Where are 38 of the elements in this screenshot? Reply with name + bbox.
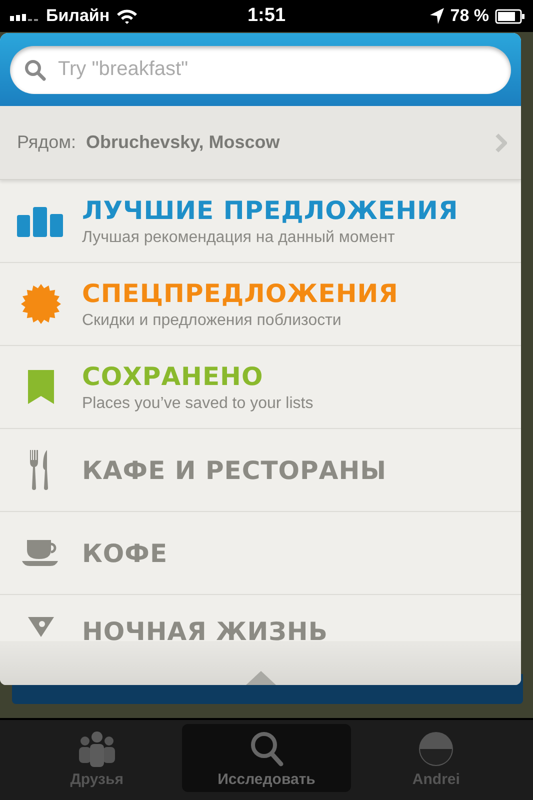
chevron-right-icon <box>495 132 507 152</box>
location-label: Рядом: <box>17 132 76 153</box>
caret-up-icon <box>246 671 276 685</box>
wifi-icon <box>116 8 138 24</box>
category-title: СОХРАНЕНО <box>82 362 264 390</box>
cocktail-glass-icon <box>28 617 54 637</box>
location-row[interactable]: Рядом: Obruchevsky, Moscow <box>0 106 521 180</box>
category-subtitle: Places you’ve saved to your lists <box>82 394 314 412</box>
category-item[interactable]: КАФЕ И РЕСТОРАНЫ <box>0 429 521 512</box>
category-title: ЛУЧШИЕ ПРЕДЛОЖЕНИЯ <box>82 196 458 224</box>
category-item[interactable]: ЛУЧШИЕ ПРЕДЛОЖЕНИЯ Лучшая рекомендация на данный момент <box>0 180 521 263</box>
search-field[interactable]: Try "breakfast" <box>10 46 511 94</box>
category-title: СПЕЦПРЕДЛОЖЕНИЯ <box>82 278 398 308</box>
location-value: Obruchevsky, Moscow <box>86 132 281 153</box>
category-title: КАФЕ И РЕСТОРАНЫ <box>82 456 387 484</box>
category-item[interactable]: КОФЕ <box>0 512 521 595</box>
category-subtitle: Лучшая рекомендация на данный момент <box>82 228 396 246</box>
tab-button[interactable]: Andrei <box>351 724 522 792</box>
category-subtitle: Скидки и предложения поблизости <box>82 312 342 330</box>
coffee-cup-icon <box>22 540 60 566</box>
category-item[interactable]: СПЕЦПРЕДЛОЖЕНИЯ Скидки и предложения поблизости <box>0 263 521 346</box>
category-title: НОЧНАЯ ЖИЗНЬ <box>82 617 328 641</box>
search-icon <box>250 731 284 767</box>
clock-time: 1:51 <box>247 5 286 27</box>
category-item[interactable]: НОЧНАЯ ЖИЗНЬ <box>0 595 521 641</box>
signal-icon <box>10 11 40 21</box>
tab-button[interactable]: Исследовать <box>182 724 352 792</box>
location-arrow-icon <box>430 8 444 24</box>
tab-button[interactable]: Друзья <box>12 724 182 792</box>
category-item[interactable]: СОХРАНЕНО Places you’ve saved to your lists <box>0 346 521 429</box>
battery-percent: 78 % <box>450 6 489 26</box>
carrier-name: Билайн <box>46 6 110 26</box>
search-icon <box>24 58 46 80</box>
avatar-icon <box>418 731 454 767</box>
people-icon <box>76 731 117 767</box>
battery-icon <box>495 8 525 24</box>
category-title: КОФЕ <box>82 538 168 568</box>
panel-footer[interactable] <box>0 641 521 685</box>
